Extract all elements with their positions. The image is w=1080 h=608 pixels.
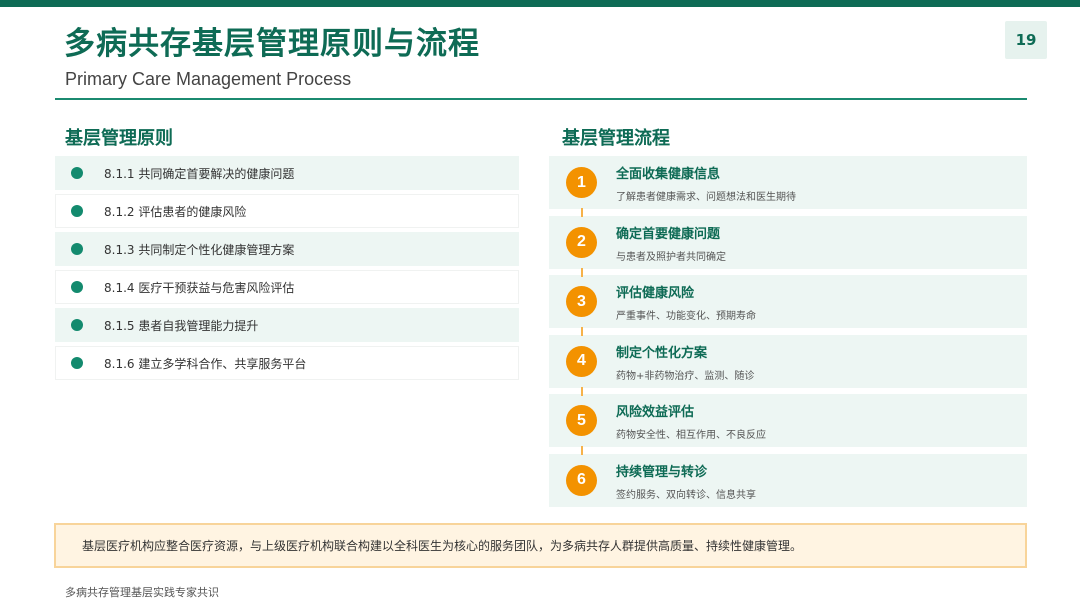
step-connector — [580, 267, 583, 277]
top-accent-bar — [0, 0, 1080, 7]
principle-text: 8.1.4 医疗干预获益与危害风险评估 — [104, 280, 295, 295]
principle-item: 8.1.2 评估患者的健康风险 — [55, 194, 519, 228]
principle-text: 8.1.2 评估患者的健康风险 — [104, 204, 247, 219]
step-title: 评估健康风险 — [616, 286, 695, 302]
process-step: 6 持续管理与转诊 签约服务、双向转诊、信息共享 — [549, 453, 1027, 507]
step-connector — [580, 327, 583, 337]
step-description: 药物安全性、相互作用、不良反应 — [616, 430, 766, 442]
bullet-dot-icon — [71, 319, 83, 331]
bullet-dot-icon — [71, 205, 83, 217]
step-title: 风险效益评估 — [616, 405, 695, 421]
step-description: 了解患者健康需求、问题想法和医生期待 — [616, 192, 796, 203]
bullet-dot-icon — [71, 281, 83, 293]
source-footer: 多病共存管理基层实践专家共识 — [65, 586, 219, 599]
principles-list: 8.1.1 共同确定首要解决的健康问题 8.1.2 评估患者的健康风险 8.1.… — [55, 156, 519, 384]
step-description: 严重事件、功能变化、预期寿命 — [616, 311, 756, 323]
step-number: 4 — [566, 345, 597, 377]
process-step: 2 确定首要健康问题 与患者及照护者共同确定 — [549, 215, 1027, 277]
principle-text: 8.1.5 患者自我管理能力提升 — [104, 318, 259, 333]
step-number: 3 — [566, 286, 597, 318]
title-divider — [55, 98, 1027, 100]
principle-text: 8.1.6 建立多学科合作、共享服务平台 — [104, 356, 307, 371]
step-connector — [580, 386, 583, 396]
process-step: 1 全面收集健康信息 了解患者健康需求、问题想法和医生期待 — [549, 156, 1027, 217]
step-description: 与患者及照护者共同确定 — [616, 251, 726, 263]
principle-item: 8.1.3 共同制定个性化健康管理方案 — [55, 232, 519, 266]
process-heading: 基层管理流程 — [562, 128, 670, 149]
step-number: 1 — [566, 167, 597, 198]
bullet-dot-icon — [71, 167, 83, 179]
step-number: 2 — [566, 226, 597, 258]
principle-item: 8.1.4 医疗干预获益与危害风险评估 — [55, 270, 519, 304]
process-steps: 1 全面收集健康信息 了解患者健康需求、问题想法和医生期待 2 确定首要健康问题… — [549, 156, 1027, 514]
step-description: 药物+非药物治疗、监测、随诊 — [616, 370, 755, 382]
bullet-dot-icon — [71, 243, 83, 255]
step-title: 确定首要健康问题 — [616, 226, 721, 242]
page-subtitle: Primary Care Management Process — [65, 69, 352, 89]
principles-heading: 基层管理原则 — [65, 128, 173, 149]
principle-item: 8.1.1 共同确定首要解决的健康问题 — [55, 156, 519, 190]
step-connector — [580, 208, 583, 217]
principle-text: 8.1.1 共同确定首要解决的健康问题 — [104, 166, 295, 181]
process-step: 5 风险效益评估 药物安全性、相互作用、不良反应 — [549, 394, 1027, 456]
step-description: 签约服务、双向转诊、信息共享 — [616, 489, 756, 501]
summary-note: 基层医疗机构应整合医疗资源，与上级医疗机构联合构建以全科医生为核心的服务团队，为… — [54, 523, 1027, 568]
principle-item: 8.1.5 患者自我管理能力提升 — [55, 308, 519, 342]
step-title: 全面收集健康信息 — [616, 167, 721, 182]
step-title: 持续管理与转诊 — [616, 464, 708, 480]
process-step: 3 评估健康风险 严重事件、功能变化、预期寿命 — [549, 275, 1027, 337]
step-connector — [580, 446, 583, 456]
step-number: 6 — [566, 464, 597, 496]
step-number: 5 — [566, 405, 597, 437]
principle-item: 8.1.6 建立多学科合作、共享服务平台 — [55, 346, 519, 380]
process-step: 4 制定个性化方案 药物+非药物治疗、监测、随诊 — [549, 334, 1027, 396]
bullet-dot-icon — [71, 357, 83, 369]
summary-note-text: 基层医疗机构应整合医疗资源，与上级医疗机构联合构建以全科医生为核心的服务团队，为… — [82, 539, 803, 553]
principle-text: 8.1.3 共同制定个性化健康管理方案 — [104, 242, 295, 257]
page-number-badge: 19 — [1005, 21, 1047, 59]
step-title: 制定个性化方案 — [616, 345, 708, 361]
page-title: 多病共存基层管理原则与流程 — [64, 26, 480, 62]
